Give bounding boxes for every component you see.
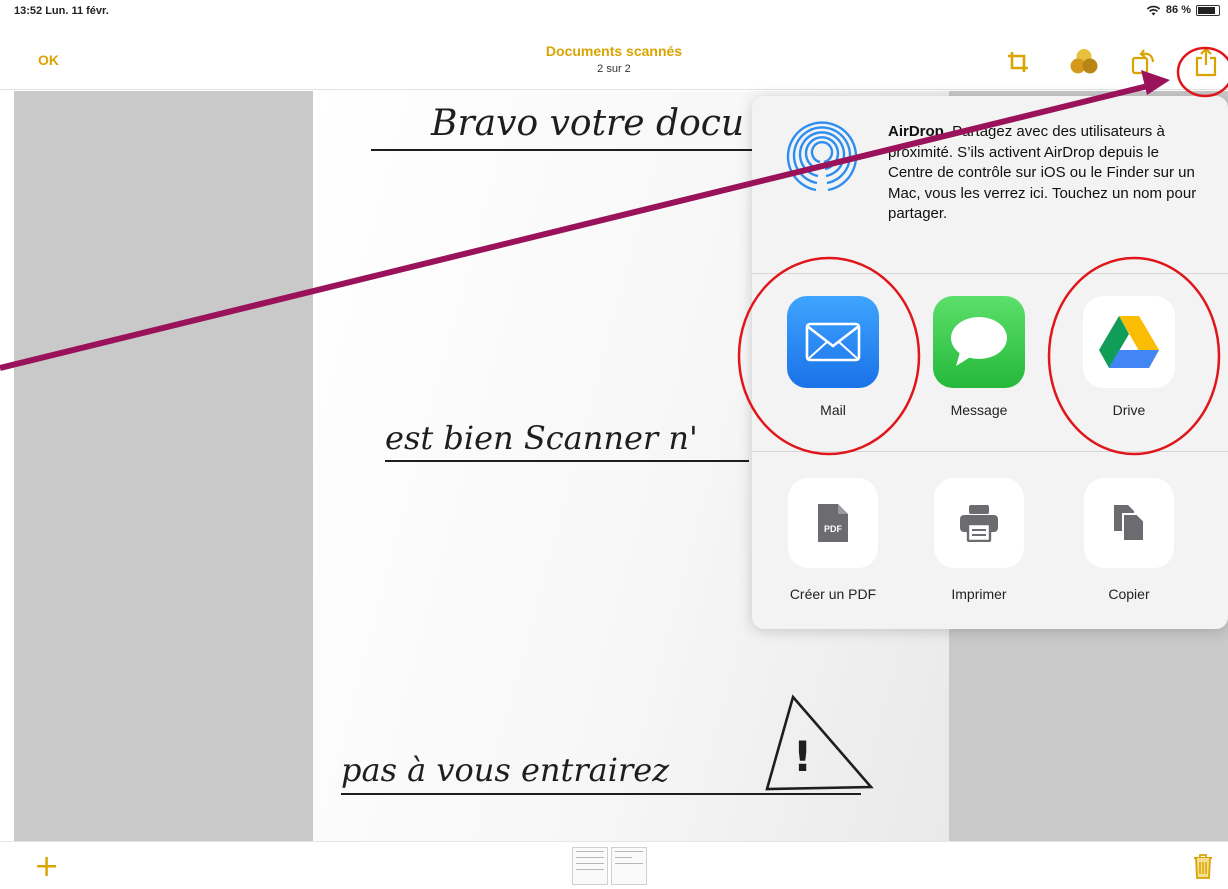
share-app-label: Mail: [820, 402, 846, 418]
crop-icon: [1008, 52, 1028, 72]
pdf-glyph: PDF: [824, 524, 843, 534]
share-app-message[interactable]: Message: [904, 296, 1054, 418]
handwritten-line-1: Bravo votre docu: [431, 103, 745, 144]
action-print[interactable]: Imprimer: [904, 478, 1054, 602]
page-thumbnail[interactable]: [611, 847, 647, 885]
trash-icon[interactable]: [1192, 852, 1214, 880]
battery-level: [1198, 6, 1216, 14]
message-icon: [933, 296, 1025, 388]
handwritten-line-2: est bien Scanner n': [385, 419, 698, 457]
handwritten-line-3: pas à vous entrairez: [341, 751, 670, 789]
airdrop-description: AirDrop. Partagez avec des utilisateurs …: [888, 122, 1206, 225]
navigation-bar: OK Documents scannés 2 sur 2: [0, 22, 1228, 90]
bottom-toolbar: +: [0, 841, 1228, 889]
crop-button[interactable]: [1002, 46, 1034, 78]
handwriting-rule-2: [385, 460, 749, 462]
airdrop-icon[interactable]: [786, 120, 858, 192]
divider: [752, 273, 1228, 274]
page-title: Documents scannés: [545, 43, 683, 59]
battery-icon: [1196, 4, 1220, 16]
share-app-mail[interactable]: Mail: [758, 296, 908, 418]
wifi-icon: [1146, 5, 1161, 15]
add-icon[interactable]: +: [34, 852, 59, 882]
share-app-label: Message: [950, 402, 1008, 418]
share-app-drive[interactable]: Drive: [1054, 296, 1204, 418]
rotate-icon: [1131, 49, 1155, 75]
action-create-pdf[interactable]: PDF Créer un PDF: [758, 478, 908, 602]
page-thumbnail[interactable]: [572, 847, 608, 885]
pdf-icon: PDF: [788, 478, 878, 568]
airdrop-title: AirDrop: [888, 123, 944, 140]
handwriting-rule-1: [371, 149, 771, 151]
mail-icon: [787, 296, 879, 388]
share-button[interactable]: [1190, 46, 1222, 78]
warning-glyph: !: [793, 732, 812, 781]
battery-percent: 86 %: [1165, 4, 1191, 16]
share-sheet: AirDrop. Partagez avec des utilisateurs …: [752, 96, 1228, 629]
action-label: Créer un PDF: [789, 586, 877, 602]
filters-icon: [1070, 49, 1098, 74]
action-copy[interactable]: Copier: [1054, 478, 1204, 602]
page-thumbnails: [572, 847, 647, 885]
copy-icon: [1084, 478, 1174, 568]
printer-icon: [934, 478, 1024, 568]
page-counter: 2 sur 2: [597, 63, 631, 75]
action-label: Imprimer: [951, 586, 1007, 602]
warning-sign-icon: !: [765, 694, 874, 791]
status-indicators: 86 %: [1146, 4, 1220, 16]
share-app-label: Drive: [1112, 402, 1146, 418]
rotate-button[interactable]: [1128, 46, 1160, 78]
status-time: 13:52 Lun. 11 févr.: [14, 5, 109, 17]
share-icon: [1195, 47, 1217, 77]
drive-icon: [1083, 296, 1175, 388]
divider: [752, 451, 1228, 452]
action-label: Copier: [1108, 586, 1150, 602]
status-bar: 13:52 Lun. 11 févr. 86 %: [0, 0, 1228, 22]
filters-button[interactable]: [1068, 46, 1100, 78]
